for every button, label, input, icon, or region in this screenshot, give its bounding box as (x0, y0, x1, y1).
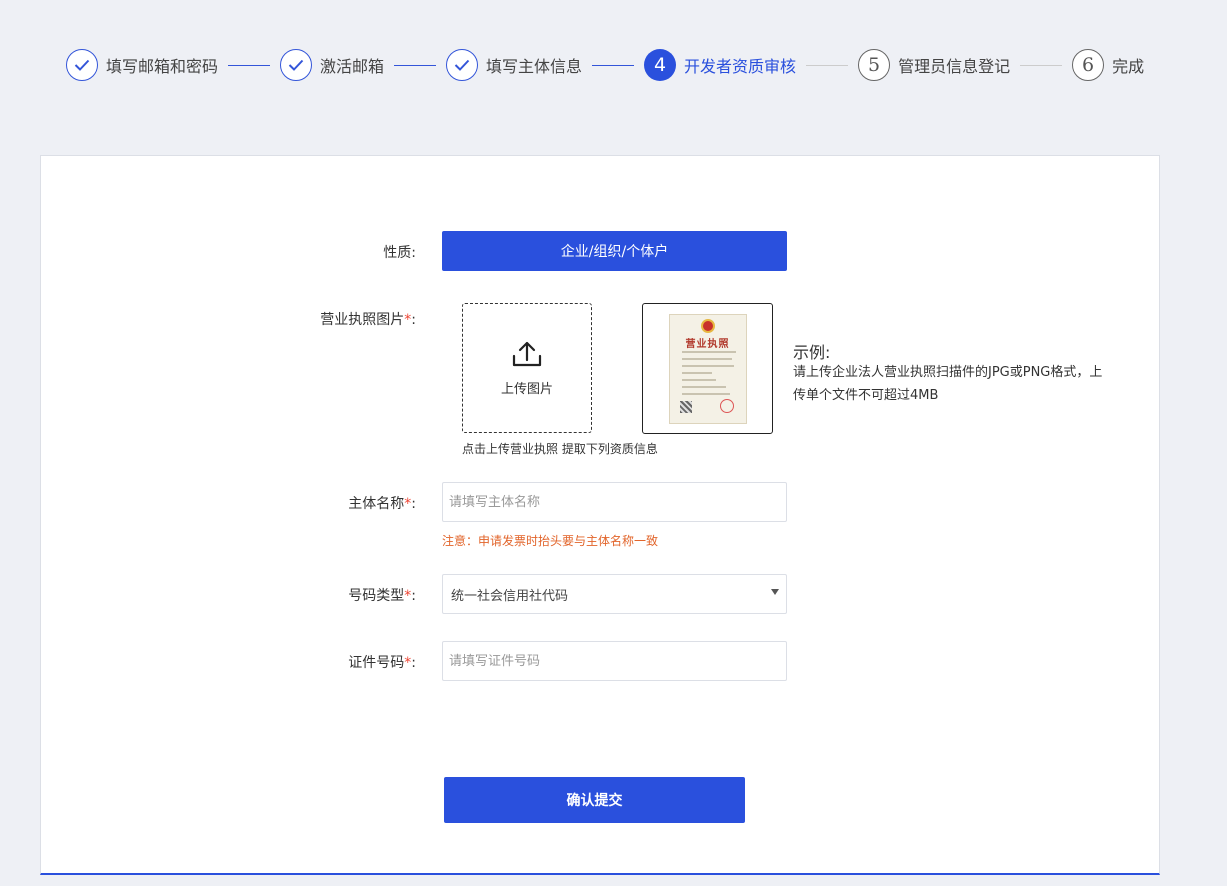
id-type-label: 号码类型*: (216, 585, 416, 605)
label-colon: : (411, 496, 416, 512)
upload-hint: 点击上传营业执照 提取下列资质信息 (462, 442, 658, 456)
license-upload-box[interactable]: 上传图片 (462, 303, 592, 433)
seal-icon (719, 398, 734, 413)
step-connector (592, 64, 635, 66)
step-2: 激活邮箱 (280, 49, 384, 81)
qualification-form-card: 性质: 企业/组织/个体户 营业执照图片*: 上传图片 点击上传营业执照 提取下… (40, 155, 1160, 875)
label-colon: : (411, 655, 416, 671)
id-type-selected: 统一社会信用社代码 (451, 588, 569, 604)
step-label: 填写主体信息 (486, 57, 583, 76)
progress-stepper: 填写邮箱和密码 激活邮箱 填写主体信息 4 开发者资质审核 5 管理员信息登记 … (66, 48, 1144, 82)
national-emblem-icon (700, 318, 715, 333)
cert-text-line (681, 357, 732, 360)
label-colon: : (411, 588, 416, 604)
cert-text-line (681, 371, 712, 374)
step-3: 填写主体信息 (446, 49, 582, 81)
cert-text-line (681, 392, 730, 395)
nature-button[interactable]: 企业/组织/个体户 (442, 231, 787, 271)
id-number-label-text: 证件号码 (348, 655, 405, 671)
submit-button[interactable]: 确认提交 (444, 777, 745, 823)
upload-label: 上传图片 (500, 381, 553, 397)
id-type-select[interactable]: 统一社会信用社代码 (442, 574, 787, 614)
license-label-text: 营业执照图片 (320, 312, 405, 328)
cert-text-line (681, 385, 726, 388)
step-1: 填写邮箱和密码 (66, 49, 218, 81)
entity-name-label: 主体名称*: (216, 493, 416, 513)
sample-license-image: 营业执照 (642, 303, 773, 434)
step-label: 开发者资质审核 (684, 57, 797, 76)
step-connector (228, 64, 271, 66)
step-number: 5 (858, 49, 891, 81)
step-label: 激活邮箱 (320, 57, 385, 76)
label-colon: : (411, 312, 416, 328)
step-4: 4 开发者资质审核 (644, 49, 796, 81)
cert-text-line (681, 364, 734, 367)
dropdown-arrow-icon (771, 589, 779, 595)
check-icon (66, 49, 98, 81)
step-number: 6 (1072, 49, 1105, 81)
certificate-title: 营业执照 (685, 338, 730, 350)
id-number-label: 证件号码*: (216, 652, 416, 672)
cert-text-line (681, 350, 736, 353)
id-type-label-text: 号码类型 (348, 588, 405, 604)
qr-code-icon (679, 400, 692, 413)
sample-description: 请上传企业法人营业执照扫描件的JPG或PNG格式，上传单个文件不可超过4MB (793, 365, 1103, 403)
step-connector (1020, 64, 1063, 66)
step-5: 5 管理员信息登记 (858, 49, 1010, 81)
step-label: 填写邮箱和密码 (106, 57, 219, 76)
step-6: 6 完成 (1072, 49, 1144, 81)
step-connector (806, 64, 849, 66)
sample-title: 示例: (793, 343, 831, 362)
nature-label: 性质: (383, 245, 416, 261)
step-label: 完成 (1112, 57, 1145, 76)
cert-text-line (681, 378, 716, 381)
entity-name-input[interactable] (442, 482, 787, 522)
entity-name-note: 注意：申请发票时抬头要与主体名称一致 (442, 534, 659, 548)
check-icon (446, 49, 479, 81)
step-number: 4 (644, 49, 677, 81)
upload-icon (512, 341, 542, 366)
license-certificate: 营业执照 (668, 313, 747, 424)
step-label: 管理员信息登记 (898, 57, 1011, 76)
license-label: 营业执照图片*: (216, 309, 416, 329)
id-number-input[interactable] (442, 641, 787, 681)
check-icon (280, 49, 313, 81)
step-connector (394, 64, 437, 66)
entity-name-label-text: 主体名称 (348, 496, 405, 512)
